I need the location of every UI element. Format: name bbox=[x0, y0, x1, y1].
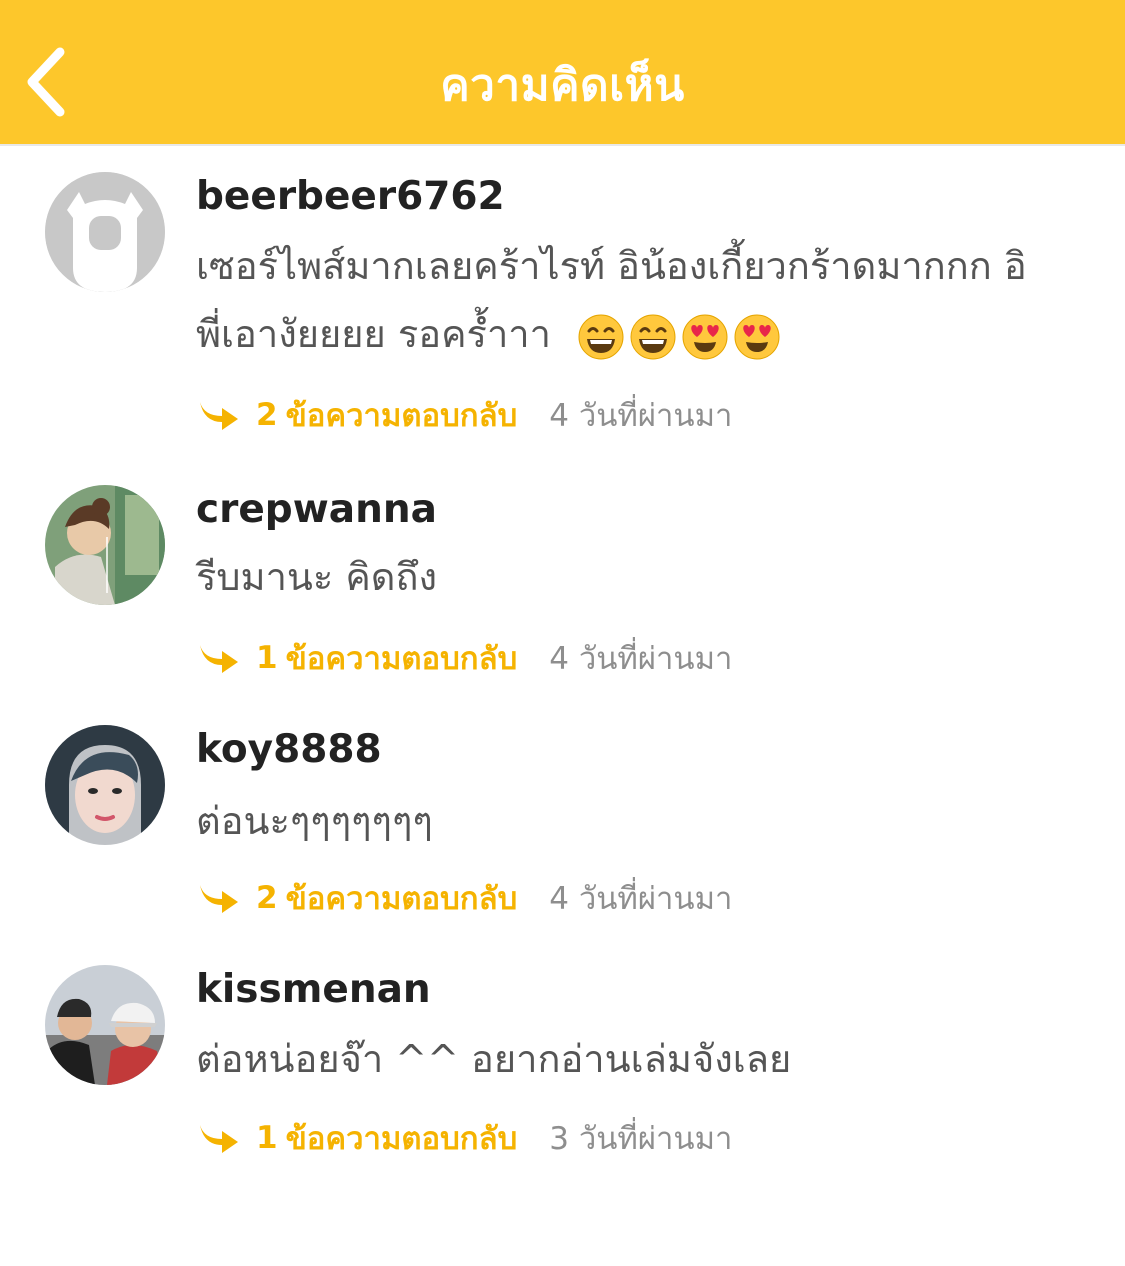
comment-username[interactable]: beerbeer6762 bbox=[196, 174, 505, 219]
comment-text: ต่อหน่อยจ๊า ^^ อยากอ่านเล่มจังเลย bbox=[196, 1037, 792, 1081]
timestamp: 4 วันที่ผ่านมา bbox=[549, 641, 733, 677]
avatar[interactable] bbox=[45, 172, 165, 292]
comment-text: เซอร์ไพส์มากเลยคร้าไรท์ อิน้องเกี้ยวกร้า… bbox=[196, 232, 1076, 368]
default-avatar-icon bbox=[45, 172, 165, 292]
comment-username[interactable]: koy8888 bbox=[196, 727, 382, 772]
user-photo-icon bbox=[45, 485, 165, 605]
reply-link[interactable]: 1 ข้อความตอบกลับ bbox=[198, 1113, 517, 1163]
app-header: ความคิดเห็น bbox=[0, 0, 1125, 146]
reply-label: ข้อความตอบกลับ bbox=[285, 398, 518, 434]
reply-link[interactable]: 2 ข้อความตอบกลับ bbox=[198, 873, 517, 923]
comment-item: koy8888 ต่อนะๆๆๆๆๆๆๆ 2 ข้อความตอบกลับ 4 … bbox=[0, 725, 1125, 925]
timestamp: 4 วันที่ผ่านมา bbox=[549, 398, 733, 434]
emoji-row bbox=[577, 313, 785, 361]
reply-arrow-icon bbox=[200, 885, 238, 913]
comment-meta: 1 ข้อความตอบกลับ 4 วันที่ผ่านมา bbox=[198, 633, 732, 683]
reply-label: ข้อความตอบกลับ bbox=[285, 881, 518, 917]
comment-text: รีบมานะ คิดถึง bbox=[196, 555, 438, 599]
comment-item: beerbeer6762 เซอร์ไพส์มากเลยคร้าไรท์ อิน… bbox=[0, 172, 1125, 442]
reply-label: ข้อความตอบกลับ bbox=[285, 1121, 518, 1157]
comment-text-line-2: พี่เอางัยยยย รอคร้ำาา bbox=[196, 300, 1076, 368]
timestamp: 4 วันที่ผ่านมา bbox=[549, 881, 733, 917]
reply-arrow-icon bbox=[200, 645, 238, 673]
reply-label: ข้อความตอบกลับ bbox=[285, 641, 518, 677]
grinning-face-icon bbox=[578, 314, 624, 359]
heart-eyes-icon bbox=[734, 314, 780, 359]
reply-arrow-icon bbox=[200, 1125, 238, 1153]
comment-item: kissmenan ต่อหน่อยจ๊า ^^ อยากอ่านเล่มจัง… bbox=[0, 965, 1125, 1165]
comment-meta: 2 ข้อความตอบกลับ 4 วันที่ผ่านมา bbox=[198, 873, 732, 923]
comment-item: crepwanna รีบมานะ คิดถึง 1 ข้อความตอบกลั… bbox=[0, 485, 1125, 685]
comment-username[interactable]: crepwanna bbox=[196, 487, 437, 532]
reply-count: 1 bbox=[256, 640, 278, 676]
reply-arrow-icon bbox=[200, 402, 238, 430]
grinning-face-icon bbox=[630, 314, 676, 359]
reply-count: 2 bbox=[256, 880, 278, 916]
reply-link[interactable]: 2 ข้อความตอบกลับ bbox=[198, 390, 517, 440]
comment-text-line: พี่เอางัยยยย รอคร้ำาา bbox=[196, 312, 551, 356]
comment-meta: 1 ข้อความตอบกลับ 3 วันที่ผ่านมา bbox=[198, 1113, 732, 1163]
avatar[interactable] bbox=[45, 485, 165, 605]
reply-link[interactable]: 1 ข้อความตอบกลับ bbox=[198, 633, 517, 683]
comment-meta: 2 ข้อความตอบกลับ 4 วันที่ผ่านมา bbox=[198, 390, 732, 440]
user-photo-icon bbox=[45, 965, 165, 1085]
reply-count: 2 bbox=[256, 397, 278, 433]
user-photo-icon bbox=[45, 725, 165, 845]
comment-text: ต่อนะๆๆๆๆๆๆๆ bbox=[196, 799, 433, 843]
avatar[interactable] bbox=[45, 725, 165, 845]
reply-count: 1 bbox=[256, 1120, 278, 1156]
comment-username[interactable]: kissmenan bbox=[196, 967, 431, 1012]
comment-text-line: เซอร์ไพส์มากเลยคร้าไรท์ อิน้องเกี้ยวกร้า… bbox=[196, 244, 1027, 288]
page-title: ความคิดเห็น bbox=[440, 60, 685, 111]
avatar[interactable] bbox=[45, 965, 165, 1085]
timestamp: 3 วันที่ผ่านมา bbox=[549, 1121, 733, 1157]
heart-eyes-icon bbox=[682, 314, 728, 359]
